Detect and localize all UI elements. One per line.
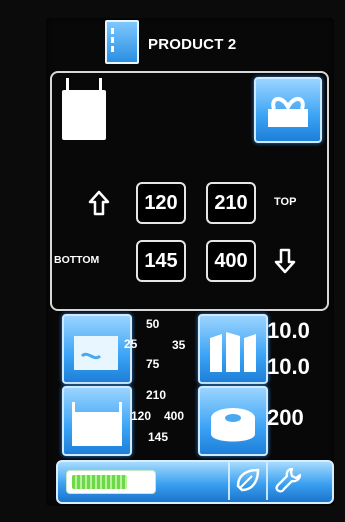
- bag-value-top: 210: [146, 388, 167, 402]
- seal-value-bottom: 75: [146, 357, 160, 371]
- battery-indicator: [66, 470, 156, 494]
- arrow-up-icon[interactable]: [88, 190, 110, 216]
- bag-icon: [60, 78, 108, 140]
- status-bar-divider: [228, 462, 230, 500]
- ribbon-button[interactable]: [254, 77, 322, 143]
- wrench-icon[interactable]: [274, 466, 302, 494]
- fill-value-2: 10.0: [267, 354, 310, 379]
- bottom-value-2[interactable]: 400: [206, 240, 256, 282]
- seal-tile-icon: [74, 336, 118, 370]
- top-label: TOP: [274, 196, 297, 208]
- arrow-down-icon[interactable]: [274, 248, 296, 274]
- leaf-icon[interactable]: [234, 466, 262, 494]
- bag-dimensions-tile-button[interactable]: [62, 386, 132, 456]
- roll-value: 200: [267, 405, 304, 430]
- page-title: PRODUCT 2: [148, 36, 237, 53]
- seal-value-left: 25: [124, 337, 138, 351]
- top-value-1[interactable]: 120: [136, 182, 186, 224]
- seal-value-top: 50: [146, 317, 160, 331]
- top-value-2[interactable]: 210: [206, 182, 256, 224]
- seal-tile-button[interactable]: [62, 314, 132, 384]
- fill-tile-icon: [210, 332, 256, 372]
- bag-value-bottom: 145: [148, 430, 169, 444]
- seal-value-right: 35: [172, 338, 186, 352]
- product-roll-icon: [105, 20, 139, 64]
- fill-value-1: 10.0: [267, 318, 310, 343]
- roll-tile-icon: [211, 408, 255, 442]
- battery-level-fill: [72, 475, 127, 489]
- bottom-value-1[interactable]: 145: [136, 240, 186, 282]
- bag-value-left: 120: [131, 409, 152, 423]
- status-bar-divider: [266, 462, 268, 500]
- fill-tile-button[interactable]: [198, 314, 268, 384]
- bag-value-right: 400: [164, 409, 185, 423]
- roll-tile-button[interactable]: [198, 386, 268, 456]
- bottom-label: BOTTOM: [54, 254, 100, 266]
- bag-dimensions-icon: [72, 402, 122, 446]
- ribbon-icon: [268, 97, 308, 127]
